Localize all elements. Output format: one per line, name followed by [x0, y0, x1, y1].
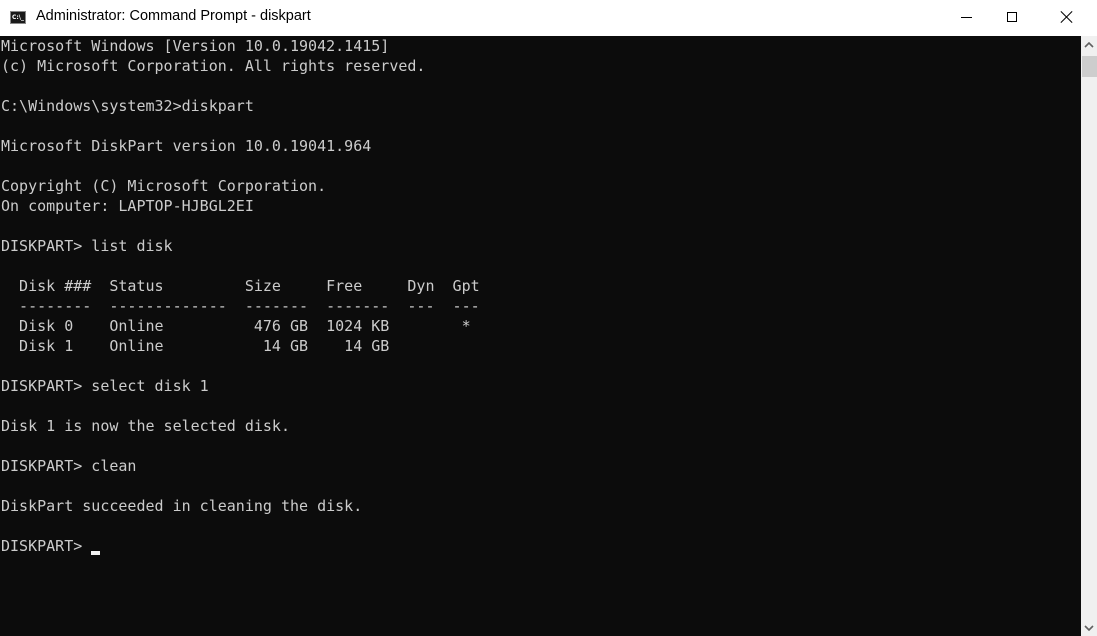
- close-icon: [1059, 10, 1073, 24]
- maximize-icon: [1007, 12, 1017, 22]
- console-line: (c) Microsoft Corporation. All rights re…: [1, 57, 426, 75]
- console-line: Disk ### Status Size Free Dyn Gpt: [1, 277, 480, 295]
- console-line: Copyright (C) Microsoft Corporation.: [1, 177, 327, 195]
- console-line: Disk 1 is now the selected disk.: [1, 417, 290, 435]
- console-line: On computer: LAPTOP-HJBGL2EI: [1, 197, 254, 215]
- console-output[interactable]: Microsoft Windows [Version 10.0.19042.14…: [0, 36, 1081, 636]
- console-line: DISKPART> select disk 1: [1, 377, 209, 395]
- console-line: DISKPART> list disk: [1, 237, 173, 255]
- chevron-down-icon: [1084, 624, 1094, 631]
- maximize-button[interactable]: [989, 0, 1035, 34]
- minimize-icon: [960, 16, 972, 18]
- cmd-icon[interactable]: C:\_: [10, 11, 26, 24]
- window-title: Administrator: Command Prompt - diskpart: [36, 8, 311, 24]
- chevron-up-icon: [1084, 41, 1094, 48]
- console-line: Microsoft DiskPart version 10.0.19041.96…: [1, 137, 372, 155]
- title-bar[interactable]: C:\_ Administrator: Command Prompt - dis…: [0, 0, 1097, 36]
- console-line: C:\Windows\system32>diskpart: [1, 97, 254, 115]
- console-line: DiskPart succeeded in cleaning the disk.: [1, 497, 363, 515]
- close-button[interactable]: [1043, 0, 1089, 34]
- console-line: DISKPART>: [1, 536, 101, 556]
- console-line: DISKPART> clean: [1, 457, 137, 475]
- scroll-up-button[interactable]: [1081, 36, 1097, 53]
- scroll-thumb[interactable]: [1082, 56, 1097, 77]
- console-line: -------- ------------- ------- ------- -…: [1, 297, 480, 315]
- console-line: Microsoft Windows [Version 10.0.19042.14…: [1, 37, 390, 55]
- minimize-button[interactable]: [943, 0, 989, 34]
- console-line: Disk 1 Online 14 GB 14 GB: [1, 337, 390, 355]
- text-cursor: [91, 551, 101, 555]
- console-line: Disk 0 Online 476 GB 1024 KB *: [1, 317, 471, 335]
- scroll-down-button[interactable]: [1081, 619, 1097, 636]
- vertical-scrollbar[interactable]: [1081, 36, 1097, 636]
